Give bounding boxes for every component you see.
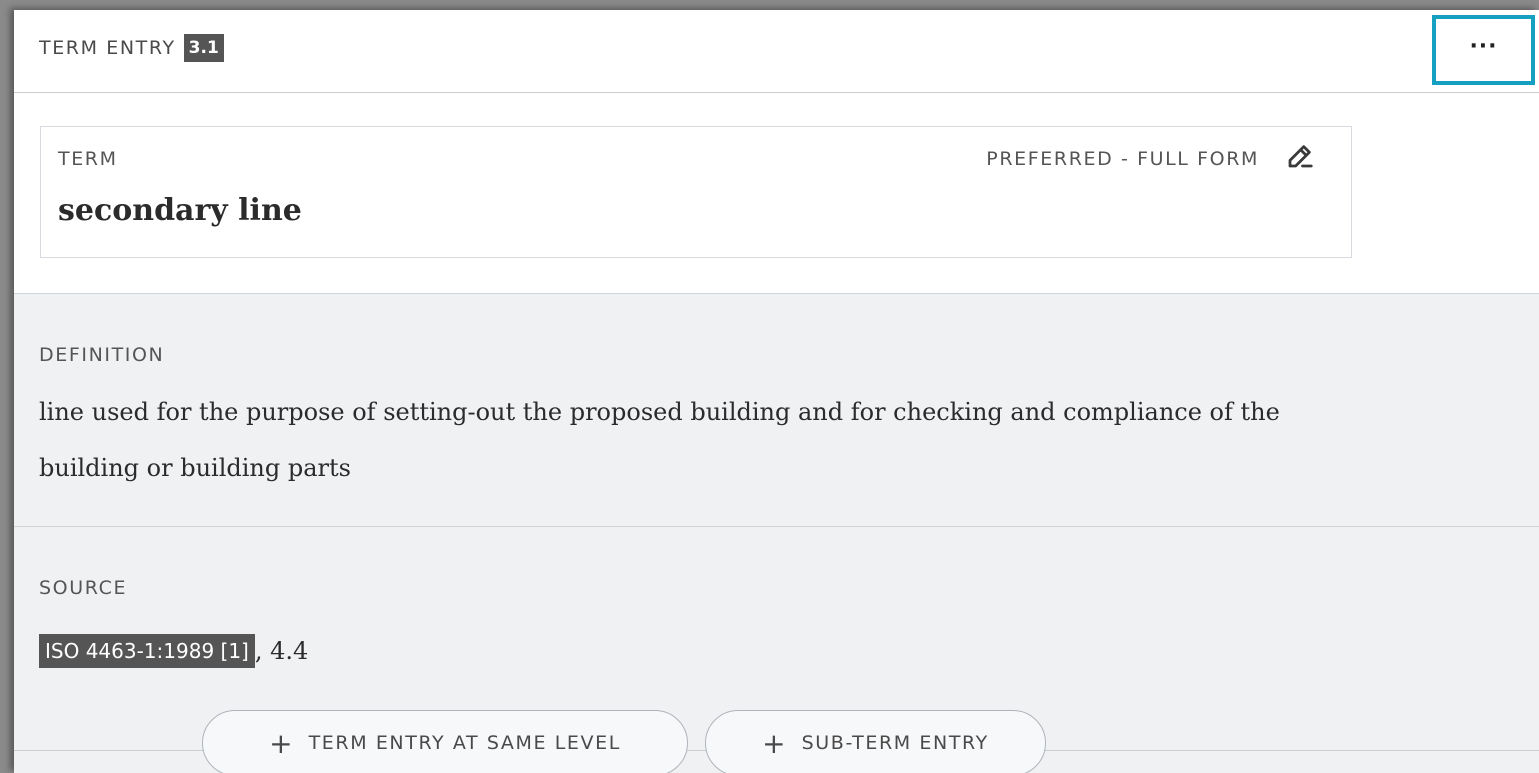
more-horizontal-icon: ···: [1469, 33, 1498, 59]
term-section: TERM PREFERRED - FULL FORM secondary lin…: [14, 93, 1539, 294]
term-card: TERM PREFERRED - FULL FORM secondary lin…: [40, 126, 1352, 258]
source-reference-link[interactable]: ISO 4463-1:1989 [1]: [39, 634, 255, 668]
term-value: secondary line: [58, 193, 302, 228]
term-label: TERM: [58, 148, 118, 170]
definition-section: DEFINITION line used for the purpose of …: [14, 294, 1539, 527]
add-sub-term-label: SUB-TERM ENTRY: [801, 732, 989, 754]
add-same-level-label: TERM ENTRY AT SAME LEVEL: [308, 732, 621, 754]
term-entry-panel: TERM ENTRY 3.1 ··· TERM PREFERRED - FULL…: [14, 10, 1539, 773]
source-clause: , 4.4: [254, 637, 309, 665]
term-entry-title: TERM ENTRY 3.1: [39, 34, 224, 62]
plus-icon: +: [269, 726, 293, 760]
definition-label: DEFINITION: [39, 344, 165, 366]
term-status: PREFERRED - FULL FORM: [986, 148, 1259, 170]
add-term-entry-same-level-button[interactable]: + TERM ENTRY AT SAME LEVEL: [202, 710, 688, 773]
edit-pencil-icon[interactable]: [1285, 141, 1315, 171]
details-area: DEFINITION line used for the purpose of …: [14, 294, 1539, 773]
add-sub-term-entry-button[interactable]: + SUB-TERM ENTRY: [705, 710, 1046, 773]
plus-icon: +: [762, 726, 786, 760]
term-entry-number-badge: 3.1: [183, 34, 224, 62]
source-value: ISO 4463-1:1989 [1] , 4.4: [39, 634, 308, 668]
term-entry-header: TERM ENTRY 3.1 ···: [14, 10, 1539, 93]
more-options-button[interactable]: ···: [1432, 15, 1535, 85]
source-label: SOURCE: [39, 577, 128, 599]
term-entry-label: TERM ENTRY: [39, 37, 176, 59]
definition-text: line used for the purpose of setting-out…: [39, 398, 1280, 482]
